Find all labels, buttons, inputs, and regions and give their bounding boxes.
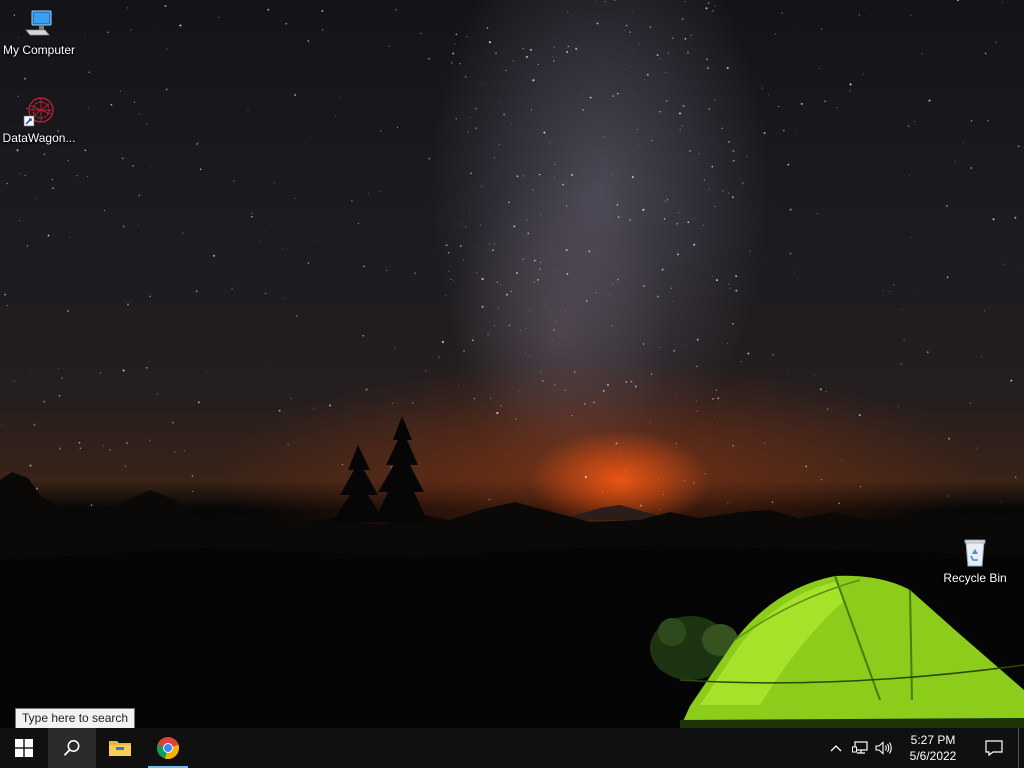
- system-tray: 5:27 PM 5/6/2022: [824, 728, 1024, 768]
- desktop-icon-recycle-bin[interactable]: Recycle Bin: [936, 536, 1014, 585]
- action-center-icon: [985, 740, 1003, 756]
- search-icon: [63, 740, 80, 756]
- desktop[interactable]: My Computer DataWagon... Recycle Bin: [0, 0, 1024, 728]
- taskbar: 5:27 PM 5/6/2022: [0, 728, 1024, 768]
- search-tooltip: Type here to search: [15, 708, 136, 729]
- show-desktop-button[interactable]: [1018, 728, 1024, 768]
- desktop-icon-datawagon[interactable]: DataWagon...: [0, 96, 78, 145]
- desktop-icon-label: My Computer: [2, 43, 76, 57]
- volume-icon: [875, 741, 892, 755]
- my-computer-icon: [25, 10, 52, 36]
- network-icon: [852, 741, 868, 754]
- desktop-icon-my-computer[interactable]: My Computer: [0, 8, 78, 57]
- start-button[interactable]: [0, 728, 48, 768]
- recycle-bin-icon: [964, 539, 986, 567]
- desktop-icon-label: DataWagon...: [2, 131, 76, 145]
- datawagon-icon: [23, 97, 54, 127]
- taskbar-file-explorer[interactable]: [96, 728, 144, 768]
- desktop-icon-label: Recycle Bin: [943, 571, 1007, 585]
- volume-button[interactable]: [872, 728, 896, 768]
- search-button[interactable]: [48, 728, 96, 768]
- taskbar-chrome[interactable]: [144, 728, 192, 768]
- file-explorer-icon: [109, 741, 131, 756]
- action-center-button[interactable]: [970, 728, 1018, 768]
- clock-time: 5:27 PM: [910, 733, 956, 747]
- clock-date: 5/6/2022: [909, 749, 957, 763]
- clock-button[interactable]: 5:27 PM 5/6/2022: [896, 732, 970, 764]
- chevron-up-icon: [830, 745, 842, 752]
- windows-logo-icon: [15, 739, 33, 757]
- network-button[interactable]: [848, 728, 872, 768]
- show-hidden-icons-button[interactable]: [824, 728, 848, 768]
- chrome-icon: [156, 737, 179, 759]
- landscape-silhouette: [0, 416, 1024, 728]
